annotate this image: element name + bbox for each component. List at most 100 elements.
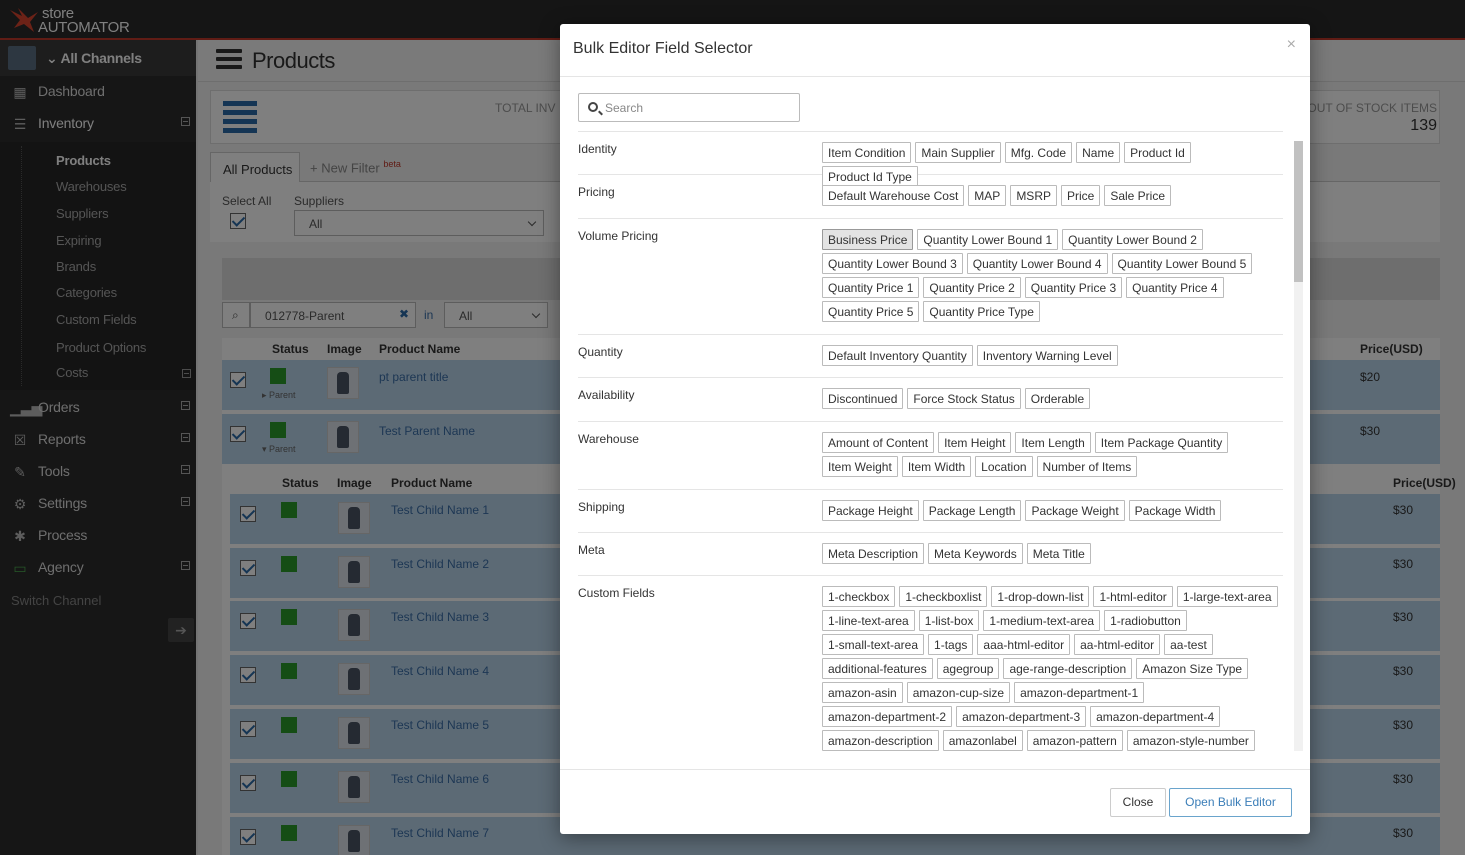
- field-chips: Package Height Package Length Package Weig…: [822, 500, 1282, 524]
- field-chip[interactable]: Quantity Price Type: [923, 301, 1040, 322]
- field-chip[interactable]: Item Width: [901, 456, 972, 477]
- field-chip[interactable]: Orderable: [1024, 388, 1091, 409]
- field-chip[interactable]: amazon-style-number: [1126, 730, 1255, 751]
- section-label: Identity: [578, 142, 617, 156]
- close-icon[interactable]: ×: [1287, 36, 1296, 54]
- field-chip[interactable]: Main Supplier: [915, 142, 1001, 163]
- field-chip[interactable]: Inventory Warning Level: [976, 345, 1118, 366]
- field-chip[interactable]: additional-features: [822, 658, 933, 679]
- field-search-input[interactable]: [605, 97, 795, 118]
- field-chip[interactable]: Package Height: [822, 500, 919, 521]
- field-chip[interactable]: Amount of Content: [822, 432, 935, 453]
- search-icon: [588, 102, 598, 112]
- field-chip[interactable]: Number of Items: [1036, 456, 1138, 477]
- field-chip[interactable]: Business Price: [822, 229, 914, 250]
- field-chip[interactable]: Sale Price: [1104, 185, 1172, 206]
- field-chips: Business Price Quantity Lower Bound 1 Quan…: [822, 229, 1282, 325]
- field-chip[interactable]: 1-medium-text-area: [983, 610, 1101, 631]
- field-chip[interactable]: Quantity Price 3: [1024, 277, 1123, 298]
- section-volume-pricing: Volume Pricing Business Price Quantity Low…: [578, 219, 1283, 335]
- section-label: Availability: [578, 388, 635, 402]
- section-label: Pricing: [578, 185, 615, 199]
- field-chip[interactable]: amazon-department-1: [1014, 682, 1145, 703]
- field-chip[interactable]: Quantity Lower Bound 2: [1062, 229, 1203, 250]
- field-chip[interactable]: Discontinued: [822, 388, 904, 409]
- field-chip[interactable]: Item Height: [938, 432, 1012, 453]
- field-chip[interactable]: 1-list-box: [918, 610, 980, 631]
- field-chips: Default Warehouse Cost MAP MSRP Price Sale P…: [822, 185, 1282, 209]
- field-chip[interactable]: 1-small-text-area: [822, 634, 925, 655]
- field-chip[interactable]: Default Inventory Quantity: [822, 345, 973, 366]
- field-chip[interactable]: 1-checkbox: [822, 586, 896, 607]
- section-pricing: Pricing Default Warehouse Cost MAP MSRP Pric…: [578, 175, 1283, 219]
- field-chip[interactable]: amazonlabel: [942, 730, 1023, 751]
- field-chips: Meta Description Meta Keywords Meta Title: [822, 543, 1282, 567]
- field-chip[interactable]: MSRP: [1010, 185, 1057, 206]
- field-chip[interactable]: Meta Title: [1026, 543, 1091, 564]
- section-custom-fields: Custom Fields 1-checkbox 1-checkboxlist 1-d…: [578, 576, 1283, 751]
- field-chip[interactable]: Quantity Price 2: [923, 277, 1021, 298]
- field-chip[interactable]: Quantity Price 1: [822, 277, 920, 298]
- field-chip[interactable]: amazon-department-2: [822, 706, 953, 727]
- field-search-box: [578, 93, 800, 122]
- field-chip[interactable]: Package Weight: [1025, 500, 1125, 521]
- field-chip[interactable]: amazon-pattern: [1026, 730, 1123, 751]
- field-chip[interactable]: Meta Description: [822, 543, 925, 564]
- field-chip[interactable]: 1-large-text-area: [1176, 586, 1278, 607]
- field-chip[interactable]: aaa-html-editor: [977, 634, 1071, 655]
- section-quantity: Quantity Default Inventory Quantity Invent…: [578, 335, 1283, 378]
- field-chip[interactable]: amazon-description: [822, 730, 939, 751]
- field-chip[interactable]: 1-drop-down-list: [991, 586, 1090, 607]
- section-label: Quantity: [578, 345, 623, 359]
- field-chip[interactable]: Quantity Lower Bound 4: [966, 253, 1108, 274]
- section-label: Warehouse: [578, 432, 639, 446]
- field-chip[interactable]: MAP: [968, 185, 1007, 206]
- field-chip[interactable]: 1-tags: [928, 634, 974, 655]
- field-chip[interactable]: 1-html-editor: [1093, 586, 1173, 607]
- field-chip[interactable]: aa-test: [1164, 634, 1213, 655]
- field-sections[interactable]: Identity Item Condition Main Supplier Mfg. …: [578, 131, 1296, 751]
- section-label: Volume Pricing: [578, 229, 659, 243]
- section-availability: Availability Discontinued Force Stock Stat…: [578, 378, 1283, 422]
- field-chip[interactable]: Package Length: [922, 500, 1022, 521]
- bulk-editor-field-selector-modal: Bulk Editor Field Selector × Identity Ite…: [560, 24, 1310, 834]
- field-chip[interactable]: Product Id: [1124, 142, 1191, 163]
- field-chip[interactable]: Quantity Price 4: [1126, 277, 1224, 298]
- field-chip[interactable]: Package Width: [1128, 500, 1222, 521]
- field-chip[interactable]: 1-checkboxlist: [899, 586, 988, 607]
- open-bulk-editor-button[interactable]: Open Bulk Editor: [1169, 788, 1292, 817]
- field-chip[interactable]: amazon-cup-size: [906, 682, 1011, 703]
- field-chips: Default Inventory Quantity Inventory Warn…: [822, 345, 1282, 369]
- section-shipping: Shipping Package Height Package Length Pack…: [578, 490, 1283, 533]
- field-chip[interactable]: agegroup: [936, 658, 1000, 679]
- field-chip[interactable]: 1-line-text-area: [822, 610, 915, 631]
- section-label: Meta: [578, 543, 605, 557]
- field-chip[interactable]: Item Weight: [822, 456, 898, 477]
- field-chip[interactable]: amazon-department-4: [1090, 706, 1221, 727]
- field-chip[interactable]: amazon-department-3: [956, 706, 1087, 727]
- field-chip[interactable]: Quantity Price 5: [822, 301, 920, 322]
- field-chip[interactable]: Force Stock Status: [907, 388, 1021, 409]
- field-chip[interactable]: Quantity Lower Bound 3: [822, 253, 963, 274]
- field-chip[interactable]: Item Package Quantity: [1094, 432, 1229, 453]
- field-chip[interactable]: 1-radiobutton: [1104, 610, 1187, 631]
- field-chip[interactable]: Price: [1060, 185, 1101, 206]
- field-chip[interactable]: Meta Keywords: [928, 543, 1023, 564]
- field-chip[interactable]: Quantity Lower Bound 1: [917, 229, 1059, 250]
- divider: [560, 76, 1310, 77]
- field-chip[interactable]: Quantity Lower Bound 5: [1111, 253, 1253, 274]
- field-chip[interactable]: Name: [1076, 142, 1121, 163]
- section-label: Shipping: [578, 500, 625, 514]
- field-chip[interactable]: Mfg. Code: [1004, 142, 1073, 163]
- field-chip[interactable]: age-range-description: [1003, 658, 1133, 679]
- field-chip[interactable]: Amazon Size Type: [1136, 658, 1249, 679]
- field-chip[interactable]: Item Condition: [822, 142, 912, 163]
- field-chip[interactable]: Location: [975, 456, 1033, 477]
- field-chip[interactable]: Item Length: [1015, 432, 1091, 453]
- scrollbar-thumb[interactable]: [1294, 141, 1303, 282]
- close-button[interactable]: Close: [1110, 788, 1166, 817]
- field-chip[interactable]: amazon-asin: [822, 682, 903, 703]
- field-chip[interactable]: aa-html-editor: [1074, 634, 1161, 655]
- field-chips: Discontinued Force Stock Status Orderable: [822, 388, 1282, 412]
- field-chip[interactable]: Default Warehouse Cost: [822, 185, 965, 206]
